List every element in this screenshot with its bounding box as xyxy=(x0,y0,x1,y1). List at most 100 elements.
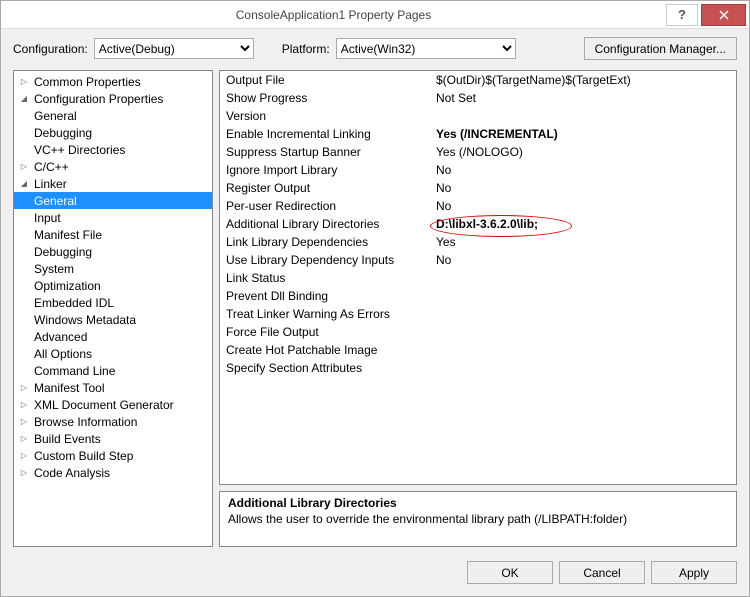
tree-node[interactable]: System xyxy=(14,260,212,277)
property-row[interactable]: Output File$(OutDir)$(TargetName)$(Targe… xyxy=(220,71,736,89)
tree-node[interactable]: General xyxy=(14,107,212,124)
property-row[interactable]: Prevent Dll Binding xyxy=(220,287,736,305)
chevron-closed-icon[interactable] xyxy=(18,76,30,87)
tree-node-label: VC++ Directories xyxy=(30,142,129,158)
property-value[interactable] xyxy=(430,287,736,305)
property-value[interactable]: No xyxy=(430,251,736,269)
titlebar: ConsoleApplication1 Property Pages ? xyxy=(1,1,749,29)
help-button[interactable]: ? xyxy=(666,4,698,26)
property-value[interactable]: D:\libxl-3.6.2.0\lib; xyxy=(430,215,736,233)
tree-node[interactable]: VC++ Directories xyxy=(14,141,212,158)
property-value[interactable]: No xyxy=(430,161,736,179)
property-row[interactable]: Per-user RedirectionNo xyxy=(220,197,736,215)
property-row[interactable]: Ignore Import LibraryNo xyxy=(220,161,736,179)
tree-node[interactable]: Common Properties xyxy=(14,73,212,90)
property-row[interactable]: Link Library DependenciesYes xyxy=(220,233,736,251)
property-row[interactable]: Force File Output xyxy=(220,323,736,341)
property-value[interactable] xyxy=(430,359,736,377)
tree-node[interactable]: Command Line xyxy=(14,362,212,379)
property-key: Specify Section Attributes xyxy=(220,359,430,377)
property-value[interactable]: No xyxy=(430,179,736,197)
property-value[interactable]: $(OutDir)$(TargetName)$(TargetExt) xyxy=(430,71,736,89)
configuration-label: Configuration: xyxy=(13,42,88,56)
tree-node[interactable]: Manifest Tool xyxy=(14,379,212,396)
property-value[interactable]: Yes (/INCREMENTAL) xyxy=(430,125,736,143)
property-row[interactable]: Create Hot Patchable Image xyxy=(220,341,736,359)
chevron-open-icon[interactable] xyxy=(18,178,30,189)
property-value[interactable]: No xyxy=(430,197,736,215)
property-grid[interactable]: Output File$(OutDir)$(TargetName)$(Targe… xyxy=(219,70,737,485)
configuration-manager-button[interactable]: Configuration Manager... xyxy=(584,37,737,60)
tree-node[interactable]: All Options xyxy=(14,345,212,362)
platform-select[interactable]: Active(Win32) xyxy=(336,38,516,59)
tree-node[interactable]: Manifest File xyxy=(14,226,212,243)
tree-node-label: Embedded IDL xyxy=(30,295,118,311)
tree-node[interactable]: Embedded IDL xyxy=(14,294,212,311)
property-row[interactable]: Use Library Dependency InputsNo xyxy=(220,251,736,269)
property-key: Suppress Startup Banner xyxy=(220,143,430,161)
tree-node[interactable]: Debugging xyxy=(14,124,212,141)
tree-node[interactable]: Input xyxy=(14,209,212,226)
tree-node-label: Debugging xyxy=(30,125,96,141)
configuration-select[interactable]: Active(Debug) xyxy=(94,38,254,59)
property-row[interactable]: Link Status xyxy=(220,269,736,287)
tree-node[interactable]: Linker xyxy=(14,175,212,192)
property-value[interactable]: Yes xyxy=(430,233,736,251)
property-key: Use Library Dependency Inputs xyxy=(220,251,430,269)
tree-node[interactable]: Configuration Properties xyxy=(14,90,212,107)
tree-node-label: Linker xyxy=(30,176,71,192)
property-row[interactable]: Version xyxy=(220,107,736,125)
chevron-closed-icon[interactable] xyxy=(18,399,30,410)
tree-node-label: General xyxy=(30,108,81,124)
tree-node[interactable]: General xyxy=(14,192,212,209)
property-row[interactable]: Suppress Startup BannerYes (/NOLOGO) xyxy=(220,143,736,161)
chevron-closed-icon[interactable] xyxy=(18,467,30,478)
category-tree[interactable]: Common PropertiesConfiguration Propertie… xyxy=(13,70,213,547)
chevron-closed-icon[interactable] xyxy=(18,161,30,172)
property-value[interactable] xyxy=(430,323,736,341)
tree-node[interactable]: Custom Build Step xyxy=(14,447,212,464)
tree-node-label: Code Analysis xyxy=(30,465,114,481)
ok-button[interactable]: OK xyxy=(467,561,553,584)
property-row[interactable]: Enable Incremental LinkingYes (/INCREMEN… xyxy=(220,125,736,143)
property-row[interactable]: Additional Library DirectoriesD:\libxl-3… xyxy=(220,215,736,233)
tree-node[interactable]: Build Events xyxy=(14,430,212,447)
property-key: Register Output xyxy=(220,179,430,197)
property-key: Per-user Redirection xyxy=(220,197,430,215)
tree-node-label: Debugging xyxy=(30,244,96,260)
chevron-closed-icon[interactable] xyxy=(18,450,30,461)
property-value[interactable] xyxy=(430,107,736,125)
property-row[interactable]: Specify Section Attributes xyxy=(220,359,736,377)
tree-node-label: Advanced xyxy=(30,329,91,345)
chevron-closed-icon[interactable] xyxy=(18,382,30,393)
tree-node-label: General xyxy=(30,193,81,209)
chevron-closed-icon[interactable] xyxy=(18,416,30,427)
cancel-button[interactable]: Cancel xyxy=(559,561,645,584)
tree-node[interactable]: Code Analysis xyxy=(14,464,212,481)
tree-node-label: Configuration Properties xyxy=(30,91,167,107)
chevron-closed-icon[interactable] xyxy=(18,433,30,444)
property-value[interactable]: Not Set xyxy=(430,89,736,107)
tree-node[interactable]: Optimization xyxy=(14,277,212,294)
property-key: Link Status xyxy=(220,269,430,287)
tree-node[interactable]: XML Document Generator xyxy=(14,396,212,413)
property-row[interactable]: Show ProgressNot Set xyxy=(220,89,736,107)
tree-node-label: Custom Build Step xyxy=(30,448,137,464)
tree-node[interactable]: Windows Metadata xyxy=(14,311,212,328)
chevron-open-icon[interactable] xyxy=(18,93,30,104)
description-title: Additional Library Directories xyxy=(228,496,728,510)
property-value[interactable] xyxy=(430,269,736,287)
apply-button[interactable]: Apply xyxy=(651,561,737,584)
tree-node[interactable]: C/C++ xyxy=(14,158,212,175)
property-row[interactable]: Register OutputNo xyxy=(220,179,736,197)
property-value[interactable] xyxy=(430,341,736,359)
config-row: Configuration: Active(Debug) Platform: A… xyxy=(1,29,749,70)
property-value[interactable]: Yes (/NOLOGO) xyxy=(430,143,736,161)
property-row[interactable]: Treat Linker Warning As Errors xyxy=(220,305,736,323)
tree-node[interactable]: Browse Information xyxy=(14,413,212,430)
property-key: Link Library Dependencies xyxy=(220,233,430,251)
tree-node[interactable]: Debugging xyxy=(14,243,212,260)
property-value[interactable] xyxy=(430,305,736,323)
tree-node[interactable]: Advanced xyxy=(14,328,212,345)
close-button[interactable] xyxy=(701,4,746,26)
